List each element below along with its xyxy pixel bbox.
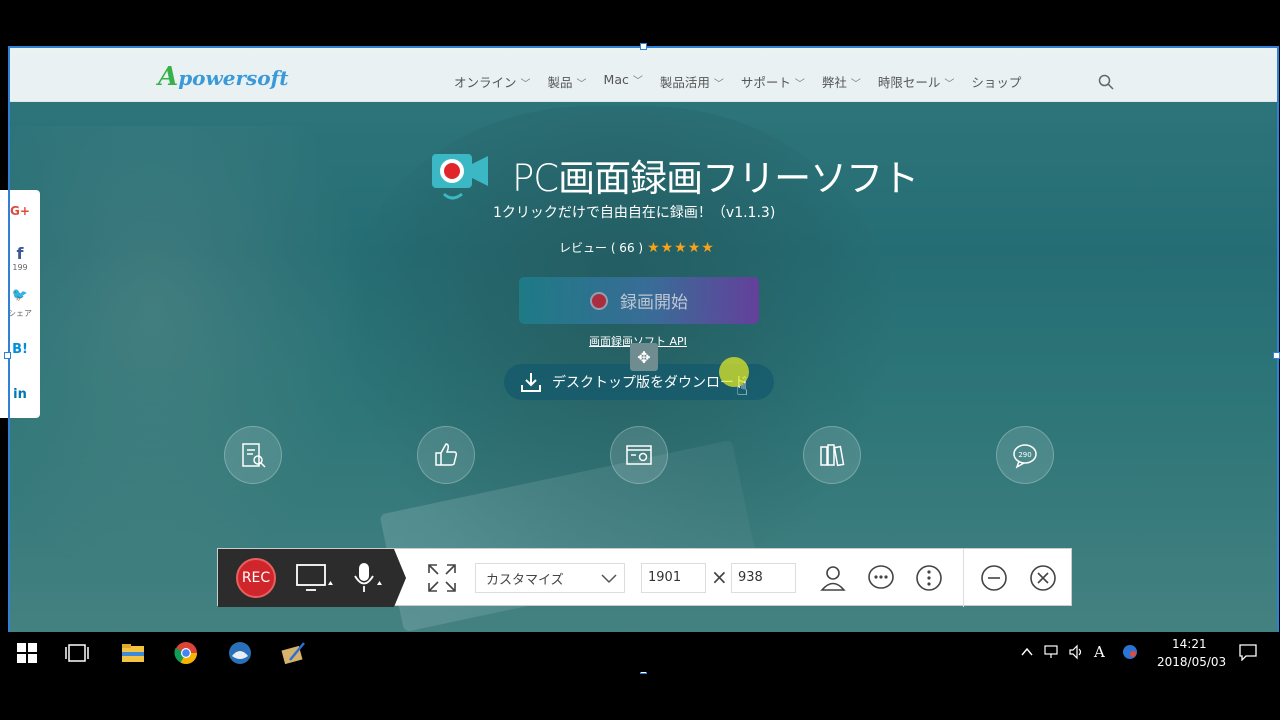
windows-start-icon[interactable] [14,640,40,666]
chevron-up-icon[interactable] [1020,646,1034,658]
user-icon[interactable] [818,563,848,593]
hero-subtitle: 1クリックだけで自由自在に録画！（v1.1.3) [493,205,776,221]
record-dot-icon [590,291,608,310]
width-field[interactable]: 1901 [641,563,706,593]
task-view-icon[interactable] [64,640,90,666]
review-rating[interactable]: レビュー ( 66 ) ★★★★★ [559,239,715,256]
nav-item-label: サポート [740,75,791,90]
logo-text: powersoft [178,66,289,90]
move-crosshair-icon[interactable]: ✥ [630,343,658,371]
chevron-down-icon: ﹀ [850,79,861,90]
feature-comments[interactable]: 290 [996,426,1054,484]
site-navbar: Apowersoft オンライン ﹀ 製品 ﹀ Mac ﹀ 製品活用 ﹀ サポート ﹀ 弊社 ﹀ 時限セ… [8,46,1278,102]
hero-title: PC画面録画フリーソフト [512,157,919,200]
facebook-count: 199 [12,263,28,272]
feature-screenshot[interactable] [610,426,668,484]
toolbar-divider [963,549,964,607]
nav-item-label: オンライン [454,75,517,90]
minimize-icon[interactable] [979,563,1009,593]
search-doc-icon [242,443,266,468]
nav-item[interactable]: 時限セール ﹀ [878,72,955,91]
nav-item[interactable]: オンライン ﹀ [454,72,531,91]
review-count: レビュー ( 66 ) [559,241,644,255]
nav-item[interactable]: Mac ﹀ [604,72,643,91]
monitor-icon[interactable] [296,563,334,593]
chevron-down-icon: ﹀ [632,76,643,87]
social-share-bar: G+ f 199 🐦 シェア B! in [0,190,40,418]
resize-handle-top[interactable] [640,43,647,50]
thumbs-up-icon [435,443,458,466]
download-icon [521,373,541,392]
browser-viewport: Apowersoft オンライン ﹀ 製品 ﹀ Mac ﹀ 製品活用 ﹀ サポート ﹀ 弊社 ﹀ 時限セ… [8,46,1278,632]
chevron-down-icon: ﹀ [520,79,531,90]
logo-mark: A [158,62,179,92]
nav-item-label: 弊社 [821,75,847,90]
network-icon[interactable] [1043,644,1061,660]
video-camera-icon [432,154,488,200]
capture-frame-left[interactable] [8,46,10,672]
tray-app-icon[interactable] [1121,643,1139,661]
chevron-down-icon: ﹀ [713,79,724,90]
screenshot-icon [626,445,652,465]
close-icon[interactable] [1028,563,1058,593]
rating-stars: ★★★★★ [647,240,715,256]
chevron-down-icon: ﹀ [794,79,805,90]
apowersoft-logo[interactable]: Apowersoft [158,62,288,92]
more-options-icon[interactable] [914,563,944,593]
region-preset-select[interactable]: カスタマイズ [475,563,625,593]
facebook-icon[interactable]: f [0,244,40,263]
nav-item-label: ショップ [971,75,1022,90]
comments-icon: 290 [1013,444,1037,469]
nav-item-label: Mac [603,72,629,87]
linkedin-icon[interactable]: in [0,387,40,402]
feature-thumbs-up[interactable] [417,426,475,484]
thunderbird-icon[interactable] [227,640,253,666]
share-label: シェア [8,309,32,318]
start-recording-label: 録画開始 [620,293,688,313]
nav-item[interactable]: 製品活用 ﹀ [660,72,724,91]
paint-app-icon[interactable] [280,640,306,666]
chevron-down-icon [601,574,617,584]
recorder-toolbar: REC カスタマイズ 1901 × 938 [217,548,1072,607]
twitter-icon[interactable]: 🐦 [0,288,40,303]
nav-item[interactable]: 製品 ﹀ [548,72,587,91]
height-field[interactable]: 938 [731,563,796,593]
resize-handle-left[interactable] [4,352,11,359]
chevron-down-icon: ﹀ [576,79,587,90]
resize-handle-right[interactable] [1273,352,1280,359]
search-icon[interactable] [1098,74,1114,90]
clock-date[interactable]: 2018/05/03 [1157,655,1226,669]
books-icon [820,444,845,467]
chevron-down-icon: ﹀ [944,79,955,90]
nav-item-label: 製品 [547,75,573,90]
region-preset-value: カスタマイズ [486,572,564,588]
hand-pointer-icon: ☝ [736,376,749,400]
chat-icon[interactable] [866,563,896,593]
file-explorer-icon[interactable] [120,640,146,666]
chrome-icon[interactable] [173,640,199,666]
google-plus-icon[interactable]: G+ [0,204,40,218]
nav-item-label: 製品活用 [659,75,710,90]
screen: Apowersoft オンライン ﹀ 製品 ﹀ Mac ﹀ 製品活用 ﹀ サポート ﹀ 弊社 ﹀ 時限セ… [0,0,1280,720]
capture-frame-right[interactable] [1277,46,1279,672]
fullscreen-icon[interactable] [427,563,457,593]
nav-menu: オンライン ﹀ 製品 ﹀ Mac ﹀ 製品活用 ﹀ サポート ﹀ 弊社 ﹀ 時限セール ﹀ ショップ [454,72,1038,91]
clock-time[interactable]: 14:21 [1172,637,1207,651]
start-recording-button[interactable]: 録画開始 [519,277,759,324]
feature-books[interactable] [803,426,861,484]
comments-count: 290 [1018,451,1031,459]
nav-item[interactable]: 弊社 ﹀ [822,72,861,91]
windows-taskbar: A [0,632,1280,672]
nav-item[interactable]: サポート ﹀ [741,72,805,91]
rec-button[interactable]: REC [236,558,276,598]
nav-item[interactable]: ショップ [971,72,1021,91]
feature-search-doc[interactable] [224,426,282,484]
volume-icon[interactable] [1068,644,1084,660]
microphone-icon[interactable] [352,561,384,595]
times-sign: × [711,565,728,589]
nav-item-label: 時限セール [877,75,941,90]
action-center-icon[interactable] [1238,643,1258,661]
ime-indicator[interactable]: A [1094,643,1105,661]
